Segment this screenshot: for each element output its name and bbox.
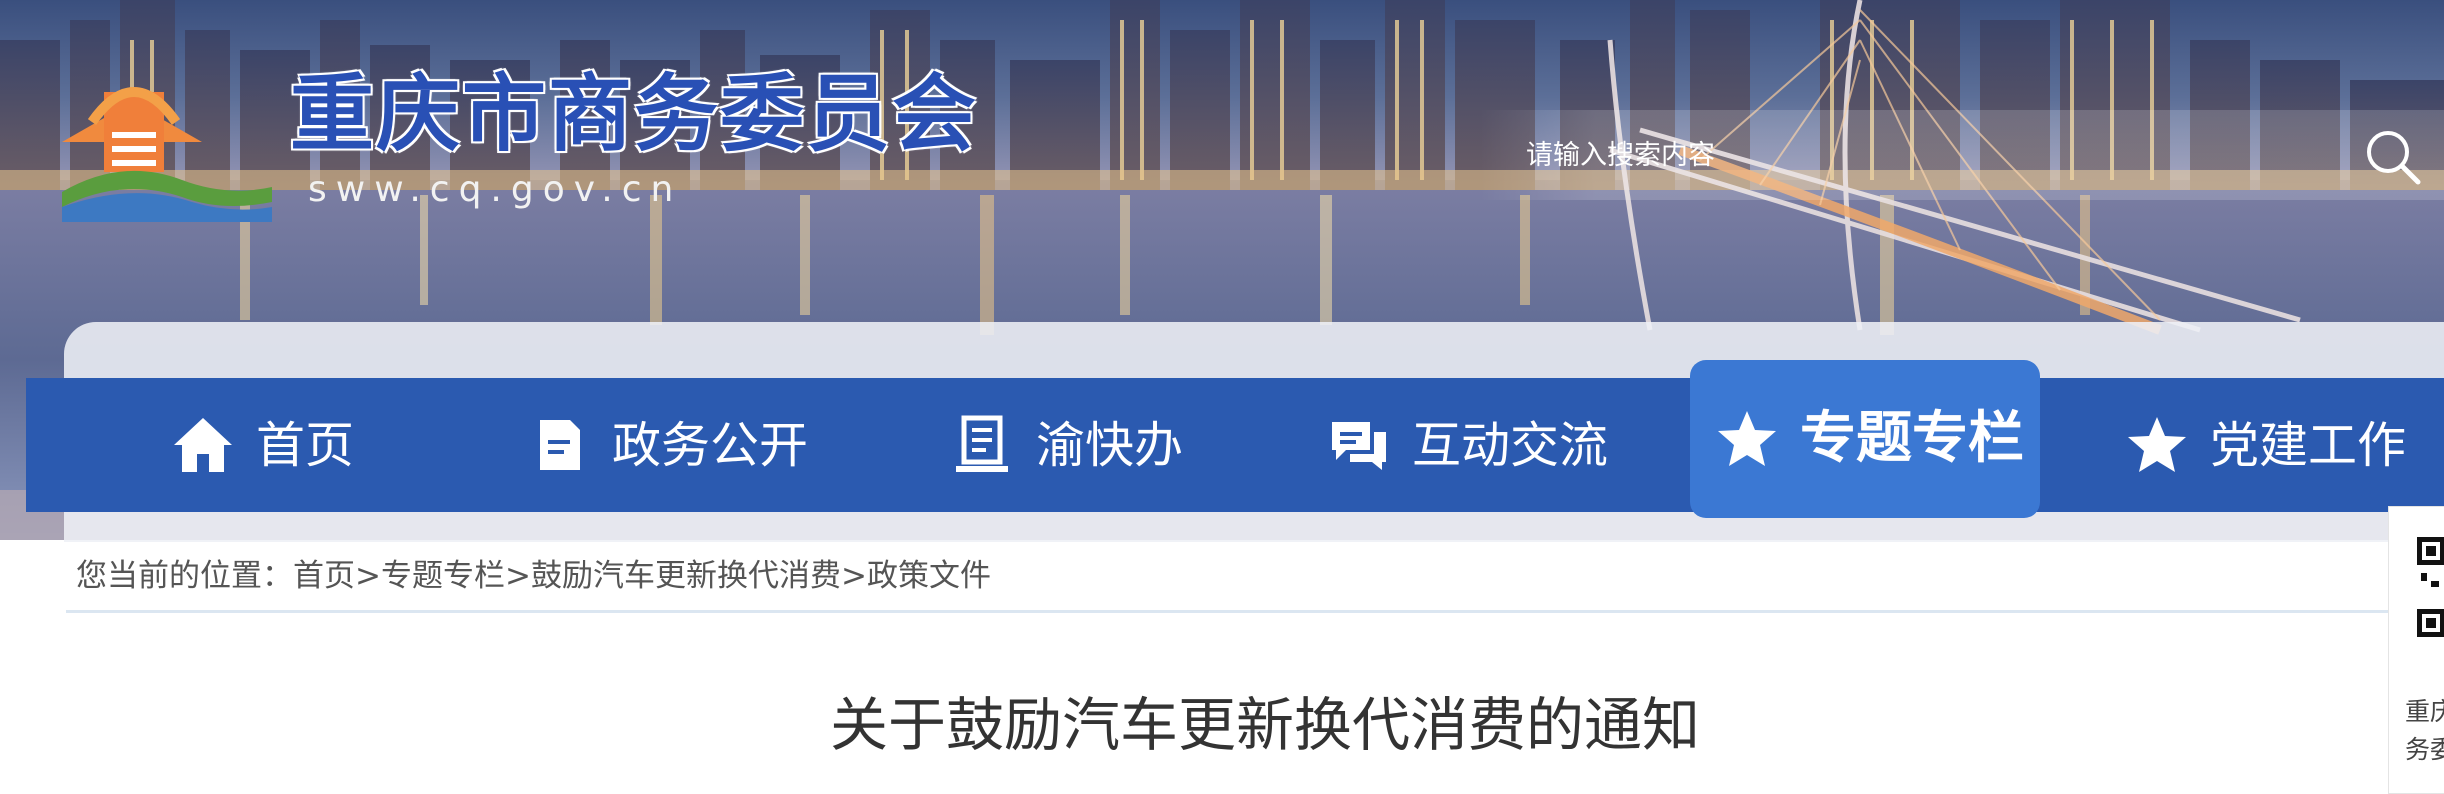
chat-icon	[1328, 414, 1390, 476]
breadcrumb: 您当前的位置：首页>专题专栏>鼓励汽车更新换代消费>政策文件	[76, 556, 991, 596]
star-icon	[2126, 414, 2188, 476]
nav-item-label: 政务公开	[612, 416, 809, 474]
main-nav	[26, 378, 2444, 512]
side-qr-panel[interactable]: 重庆市商务委员会	[2388, 506, 2444, 794]
service-icon	[952, 414, 1014, 476]
nav-item-home[interactable]: 首页	[172, 378, 354, 512]
star-icon	[1716, 408, 1778, 470]
article-title: 关于鼓励汽车更新换代消费的通知	[829, 691, 1700, 759]
breadcrumb-link-special-topics[interactable]: 专题专栏	[381, 558, 505, 594]
qr-caption: 重庆市商务委员会	[2405, 697, 2444, 764]
nav-item-label: 互动交流	[1412, 416, 1609, 474]
nav-item-yukuaiban[interactable]: 渝快办	[952, 378, 1183, 512]
breadcrumb-separator: >	[840, 558, 867, 594]
nav-item-gov-affairs[interactable]: 政务公开	[528, 378, 808, 512]
nav-item-special-topics[interactable]: 专题专栏	[1690, 360, 2040, 518]
search-input[interactable]	[1526, 132, 2286, 178]
breadcrumb-link-car-upgrade[interactable]: 鼓励汽车更新换代消费	[531, 558, 841, 594]
document-icon	[528, 414, 590, 476]
search-icon	[2367, 131, 2421, 185]
breadcrumb-prefix: 您当前的位置：	[76, 558, 293, 594]
search-button[interactable]	[2362, 126, 2424, 188]
nav-item-label: 专题专栏	[1800, 406, 2024, 471]
nav-item-interaction[interactable]: 互动交流	[1328, 378, 1608, 512]
qr-code-icon	[2417, 537, 2444, 637]
site-domain: sww.cq.gov.cn	[308, 169, 683, 210]
breadcrumb-divider	[66, 610, 2400, 613]
breadcrumb-link-policy-docs[interactable]: 政策文件	[867, 558, 991, 594]
chongqing-emblem-icon	[62, 87, 272, 222]
nav-item-label: 渝快办	[1036, 416, 1184, 474]
nav-item-party-building[interactable]: 党建工作	[2126, 378, 2406, 512]
home-icon	[172, 414, 234, 476]
nav-item-label: 党建工作	[2210, 416, 2407, 474]
breadcrumb-link-home[interactable]: 首页	[293, 558, 355, 594]
breadcrumb-separator: >	[355, 558, 381, 594]
breadcrumb-separator: >	[504, 558, 531, 594]
nav-item-label: 首页	[256, 416, 355, 474]
site-title: 重庆市商务委员会	[290, 65, 979, 163]
